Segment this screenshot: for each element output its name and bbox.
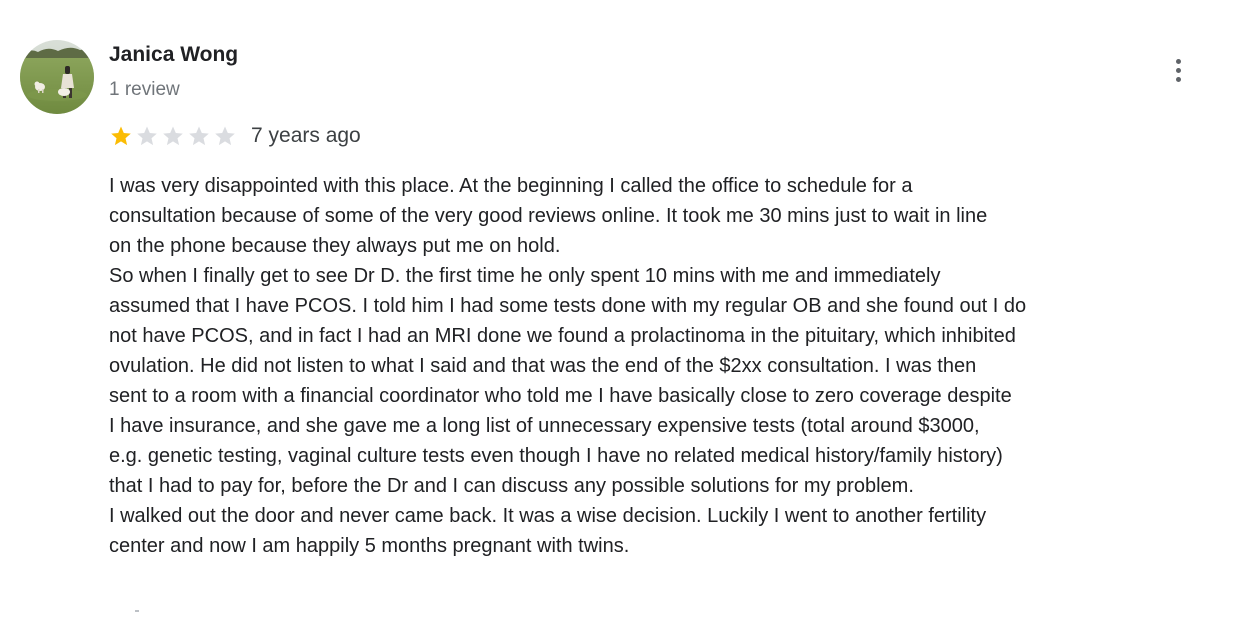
rating-row: 7 years ago: [109, 122, 361, 150]
star-empty-icon: [161, 124, 185, 148]
review-text-line: assumed that I have PCOS. I told him I h…: [109, 295, 1027, 317]
star-rating: [109, 124, 237, 148]
review-text-line: ovulation. He did not listen to what I s…: [109, 355, 977, 377]
review-card: Janica Wong 1 review 7 years ago I was v…: [0, 0, 1254, 617]
avatar-photo: [20, 40, 94, 114]
review-date: 7 years ago: [251, 124, 361, 147]
star-empty-icon: [187, 124, 211, 148]
reviewer-name[interactable]: Janica Wong: [109, 43, 238, 67]
review-text-line: consultation because of some of the very…: [109, 205, 988, 227]
more-vert-icon: [1175, 58, 1181, 64]
review-text-line: on the phone because they always put me …: [109, 235, 561, 257]
more-options-button[interactable]: [1160, 50, 1196, 90]
reviewer-review-count[interactable]: 1 review: [109, 79, 180, 101]
review-text-line: not have PCOS, and in fact I had an MRI …: [109, 325, 1016, 347]
review-body: I was very disappointed with this place.…: [109, 171, 1244, 561]
more-vert-icon: [1175, 76, 1181, 82]
star-empty-icon: [135, 124, 159, 148]
divider: [135, 610, 139, 612]
review-text-line: I walked out the door and never came bac…: [109, 505, 987, 527]
review-text-line: I have insurance, and she gave me a long…: [109, 415, 980, 437]
more-vert-icon: [1175, 67, 1181, 73]
review-text-line: So when I finally get to see Dr D. the f…: [109, 265, 941, 287]
review-text-line: e.g. genetic testing, vaginal culture te…: [109, 445, 1003, 467]
review-text-line: that I had to pay for, before the Dr and…: [109, 475, 914, 497]
review-text-line: center and now I am happily 5 months pre…: [109, 535, 630, 557]
review-text-line: I was very disappointed with this place.…: [109, 175, 913, 197]
review-text-line: sent to a room with a financial coordina…: [109, 385, 1012, 407]
star-filled-icon: [109, 124, 133, 148]
avatar[interactable]: [20, 40, 94, 114]
star-empty-icon: [213, 124, 237, 148]
